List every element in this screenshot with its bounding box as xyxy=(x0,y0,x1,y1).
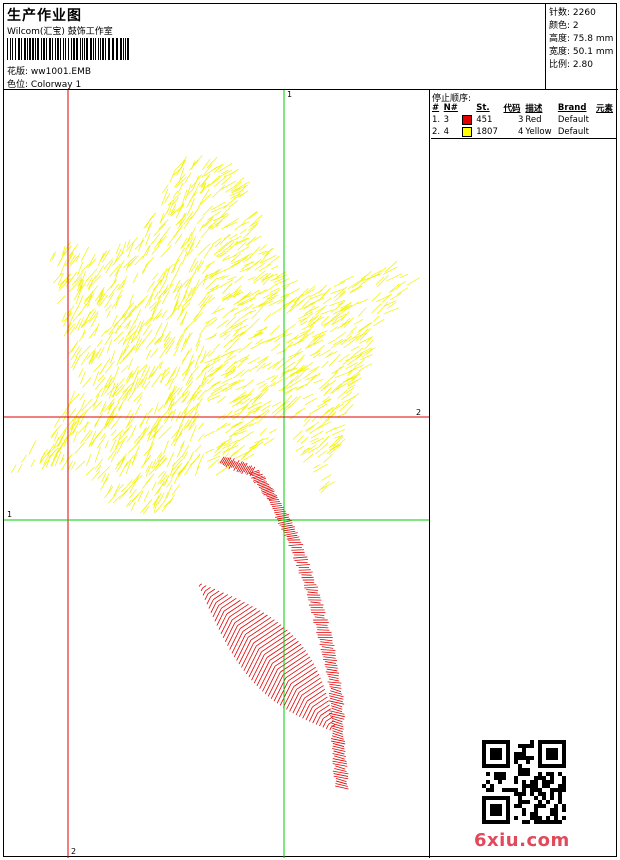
guide-label-h2: 2 xyxy=(416,408,422,417)
red-stem-leaf xyxy=(198,456,349,790)
col-description: 描述 xyxy=(525,104,543,114)
watermark-logo: 6xiu.com xyxy=(474,830,570,851)
page-title: 生产作业图 xyxy=(7,8,82,24)
guide-label-v2: 2 xyxy=(71,847,77,856)
stop-sequence-table: # N# St. 代码 描述 Brand 元素 1. 3 451 3 Red D… xyxy=(431,102,617,139)
stat-colors: 颜色: 2 xyxy=(549,21,579,31)
col-needle: N# xyxy=(443,103,458,113)
guide-label-v1: 1 xyxy=(287,90,293,99)
production-worksheet: 生产作业图 Wilcom(汇宝) 鼓饰工作室 花版: ww1001.EMB 色位… xyxy=(3,3,618,858)
design-file-row: 花版: ww1001.EMB xyxy=(7,64,91,77)
embroidery-preview xyxy=(4,90,429,858)
col-element: 元素 xyxy=(596,104,614,114)
color-swatch-yellow xyxy=(462,126,473,137)
design-label: 花版: xyxy=(7,67,29,77)
design-stats: 针数: 2260 颜色: 2 高度: 75.8 mm 宽度: 50.1 mm 比… xyxy=(546,4,618,90)
stop-sequence-panel: 停止顺序: # N# St. 代码 描述 Brand 元素 1. 3 451 3… xyxy=(430,90,618,858)
design-file-name: ww1001.EMB xyxy=(30,67,92,77)
stat-stitches: 针数: 2260 xyxy=(549,8,596,18)
colorway-label: 色位: xyxy=(7,80,29,90)
yellow-petals xyxy=(10,155,420,515)
guide-label-h1: 1 xyxy=(7,510,13,519)
company-name: Wilcom(汇宝) 鼓饰工作室 xyxy=(7,27,113,37)
colorway-name: Colorway 1 xyxy=(30,80,82,90)
col-stitches: St. xyxy=(476,103,490,113)
col-swatch xyxy=(461,102,475,114)
color-swatch-red xyxy=(462,114,473,125)
barcode-icon xyxy=(7,38,129,60)
col-code: 代码 xyxy=(503,104,521,114)
col-brand: Brand xyxy=(557,103,587,113)
col-index: # xyxy=(432,103,440,113)
stat-scale: 比例: 2.80 xyxy=(549,60,593,70)
header-info: 生产作业图 Wilcom(汇宝) 鼓饰工作室 花版: ww1001.EMB 色位… xyxy=(4,4,546,90)
colorway-row: 色位: Colorway 1 xyxy=(7,77,81,90)
table-row: 1. 3 451 3 Red Default xyxy=(432,114,589,125)
stat-width: 宽度: 50.1 mm xyxy=(549,47,614,57)
design-preview: 1 2 1 2 xyxy=(4,90,430,858)
table-header-row: # N# St. 代码 描述 Brand 元素 xyxy=(431,102,617,114)
qr-code-icon xyxy=(482,740,566,824)
table-row: 2. 4 1807 4 Yellow Default xyxy=(431,126,617,139)
stat-height: 高度: 75.8 mm xyxy=(549,34,614,44)
